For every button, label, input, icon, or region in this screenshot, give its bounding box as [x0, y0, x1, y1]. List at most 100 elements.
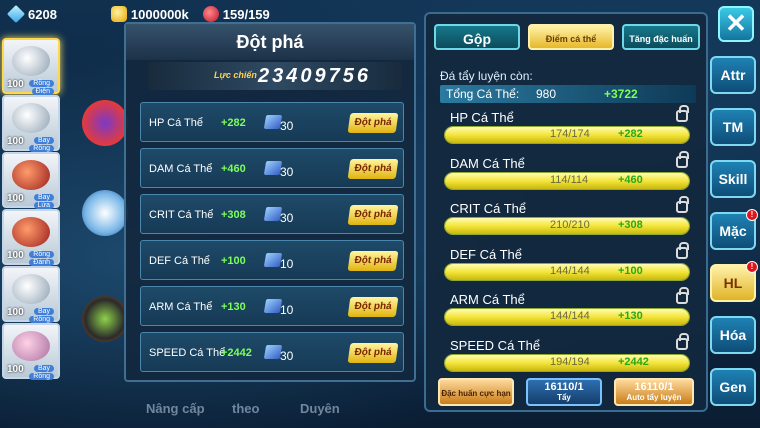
coins-value: 1000000k — [130, 6, 189, 22]
stat-name: ARM Cá Thể — [450, 292, 525, 307]
cost-value: 30 — [280, 349, 294, 363]
total-bonus: +3722 — [604, 87, 638, 101]
breakthrough-row: DEF Cá Thể +100 10 Đột phá — [140, 240, 404, 280]
cost-value: 10 — [280, 303, 294, 317]
breakthrough-button[interactable]: Đột phá — [347, 297, 399, 317]
stat-name: SPEED Cá Thể — [450, 337, 541, 353]
cost-value: 30 — [280, 211, 294, 225]
stat-name: DEF Cá Thể — [149, 255, 210, 267]
bag-orb-button[interactable] — [82, 190, 128, 236]
breakthrough-button[interactable]: Đột phá — [347, 159, 399, 179]
combat-power-bar: Lực chiến 23409756 — [148, 62, 402, 90]
stat-name: CRIT Cá Thể — [450, 201, 527, 216]
stat-bonus: +308 — [618, 219, 643, 231]
bottom-tab-upgrade[interactable]: Nâng cấp — [146, 401, 205, 416]
nav-button-3[interactable]: Mặc! — [710, 209, 758, 250]
notification-icon: ! — [746, 209, 758, 221]
breakthrough-button[interactable]: Đột phá — [347, 343, 399, 363]
tab-special-training[interactable]: Tăng đặc huấn — [622, 24, 700, 50]
combat-power-value: 23409756 — [258, 65, 371, 87]
monster-portrait — [12, 46, 50, 76]
type-tag: Bay — [33, 308, 54, 315]
cost-value: 30 — [280, 119, 294, 133]
party-slot[interactable]: 100 Bay Lửa — [2, 152, 60, 209]
lock-icon[interactable] — [676, 150, 689, 168]
stat-name: HP Cá Thể — [450, 110, 514, 125]
stat-bonus: +282 — [221, 117, 246, 129]
stat-value: 114/114 — [550, 173, 589, 186]
type-tag: Bay — [33, 194, 54, 201]
party-level: 100 — [7, 250, 24, 261]
stat-bonus: +100 — [618, 264, 643, 277]
stamina-value: 159/159 — [222, 6, 270, 22]
breakthrough-button[interactable]: Đột phá — [347, 205, 399, 225]
stat-row: SPEED Cá Thể 194/194 +2442 — [440, 332, 698, 380]
bottom-tab-follow[interactable]: theo — [232, 401, 259, 416]
total-label: Tổng Cá Thể: — [446, 87, 520, 101]
stat-value: 174/174 — [550, 128, 590, 140]
party-level: 100 — [7, 136, 24, 147]
type-tag: Rồng — [29, 80, 54, 87]
monster-portrait — [12, 274, 50, 304]
nav-button-6[interactable]: Gen — [710, 368, 756, 406]
lock-icon[interactable] — [676, 196, 689, 213]
nav-button-5[interactable]: Hóa — [710, 316, 756, 354]
bottom-tab-bond[interactable]: Duyên — [300, 401, 340, 416]
gems-counter: 6208 — [6, 4, 57, 24]
type-tag: Bay — [33, 137, 54, 144]
stat-name: HP Cá Thể — [149, 117, 204, 129]
lock-icon[interactable] — [676, 241, 689, 259]
breakthrough-button[interactable]: Đột phá — [347, 251, 399, 271]
party-slot[interactable]: 100 Bay Rồng — [2, 266, 60, 323]
type-tag: Bay — [33, 365, 54, 372]
nav-button-2[interactable]: Skill — [710, 160, 756, 198]
wash-count: 16110/1 — [544, 381, 584, 393]
type-tag: Rồng — [29, 373, 54, 380]
breakthrough-row: ARM Cá Thể +130 10 Đột phá — [140, 286, 404, 326]
type-tag: Rồng — [29, 251, 54, 258]
nav-button-0[interactable]: Attr — [710, 56, 756, 94]
berry-icon — [202, 6, 219, 22]
stat-bonus: +308 — [221, 209, 246, 221]
nav-button-4[interactable]: HL! — [710, 261, 758, 302]
party-slot[interactable]: 100 Rồng Điện — [2, 38, 60, 95]
type-tag: Rồng — [29, 316, 54, 323]
extreme-training-button[interactable]: Đặc huấn cực hạn — [438, 378, 514, 406]
wash-button[interactable]: 16110/1 Tẩy — [526, 378, 602, 406]
lock-icon[interactable] — [676, 105, 689, 122]
monster-portrait — [12, 103, 50, 133]
wash-stones-label: Đá tẩy luyện còn: — [440, 69, 533, 83]
party-slot[interactable]: 100 Bay Rồng — [2, 323, 60, 380]
stat-name: DAM Cá Thể — [450, 155, 525, 171]
monster-portrait — [12, 160, 50, 190]
stat-value: 210/210 — [550, 219, 590, 231]
tab-individual-points[interactable]: Điểm cá thể — [528, 24, 614, 50]
notification-icon: ! — [746, 261, 758, 273]
stat-bonus: +130 — [618, 310, 643, 322]
stat-value: 144/144 — [550, 310, 590, 322]
party-slot[interactable]: 100 Rồng Đánh — [2, 209, 60, 266]
auto-wash-label: Auto tẩy luyện — [626, 393, 682, 402]
breakthrough-row: SPEED Cá Thể +2442 30 Đột phá — [140, 332, 404, 372]
skill-orb-button[interactable] — [82, 296, 128, 342]
breakthrough-button[interactable]: Đột phá — [347, 113, 399, 133]
nav-button-1[interactable]: TM — [710, 108, 756, 146]
stat-value: 194/194 — [550, 355, 590, 368]
stamina-counter: 159/159 — [202, 6, 270, 22]
tab-merge[interactable]: Gộp — [434, 24, 520, 50]
breakthrough-row: DAM Cá Thể +460 30 Đột phá — [140, 148, 404, 188]
training-panel: Gộp Điểm cá thể Tăng đặc huấn Đá tẩy luy… — [424, 12, 708, 412]
breakthrough-panel: Đột phá Lực chiến 23409756 HP Cá Thể +28… — [124, 22, 416, 382]
wash-label: Tẩy — [557, 393, 571, 402]
stat-value: 144/144 — [550, 264, 590, 277]
party-slot[interactable]: 100 Bay Rồng — [2, 95, 60, 152]
auto-wash-button[interactable]: 16110/1 Auto tẩy luyện — [614, 378, 694, 406]
evolve-orb-button[interactable] — [82, 100, 128, 146]
type-tag: Điện — [31, 88, 54, 95]
lock-icon[interactable] — [676, 287, 689, 304]
coins-counter: 1000000k — [110, 6, 189, 22]
close-button[interactable]: ✕ — [718, 6, 754, 42]
stat-row: DAM Cá Thể 114/114 +460 — [440, 150, 698, 198]
stat-bonus: +130 — [221, 301, 246, 313]
lock-icon[interactable] — [676, 332, 689, 350]
